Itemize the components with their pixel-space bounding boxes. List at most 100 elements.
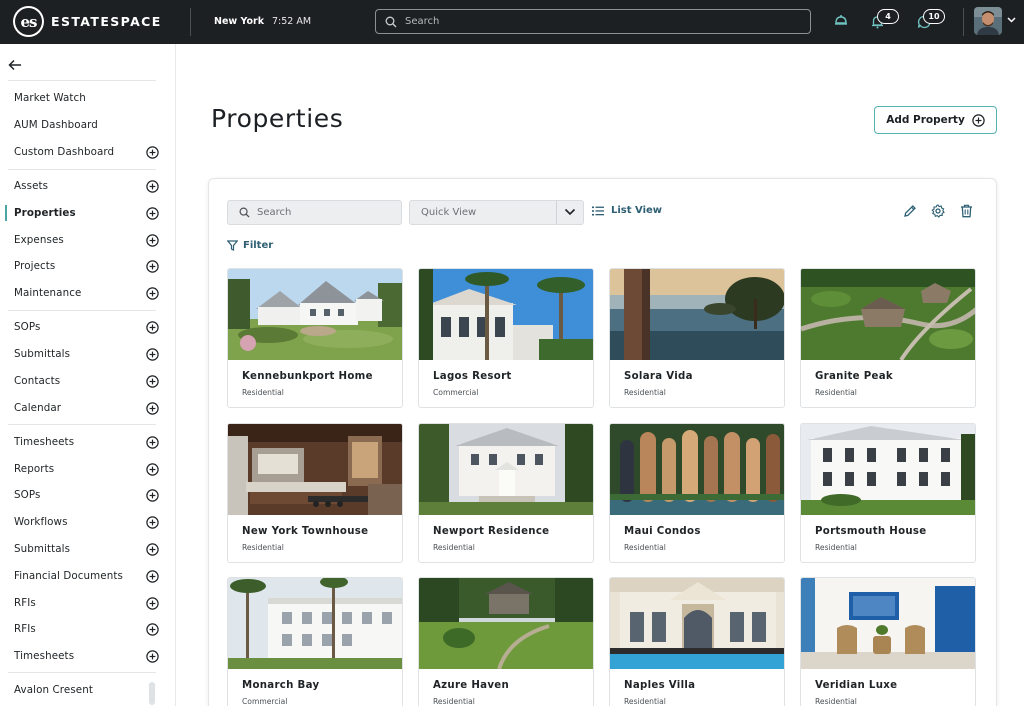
- plus-circle-icon[interactable]: [146, 435, 159, 449]
- property-name: Veridian Luxe: [815, 680, 898, 691]
- property-search[interactable]: [227, 200, 402, 225]
- plus-circle-icon[interactable]: [146, 145, 159, 159]
- search-icon: [239, 207, 250, 218]
- property-card[interactable]: Maui Condos Residential: [609, 423, 785, 563]
- sidebar-item[interactable]: Submittals: [0, 537, 170, 561]
- plus-circle-icon[interactable]: [146, 347, 159, 361]
- sidebar-item[interactable]: Timesheets: [0, 644, 170, 668]
- plus-circle-icon[interactable]: [146, 569, 159, 583]
- sidebar-item[interactable]: Custom Dashboard: [0, 140, 170, 164]
- sidebar-divider: [8, 672, 156, 673]
- plus-circle-icon[interactable]: [146, 206, 159, 220]
- property-card[interactable]: Newport Residence Residential: [418, 423, 594, 563]
- property-card[interactable]: New York Townhouse Residential: [227, 423, 403, 563]
- add-property-button[interactable]: Add Property: [874, 106, 997, 134]
- sidebar-item[interactable]: Assets: [0, 174, 170, 198]
- filter-label: Filter: [243, 240, 274, 251]
- sidebar-item-label: RFIs: [14, 623, 36, 635]
- top-bar: es ESTATESPACE New York 7:52 AM 4 10: [0, 0, 1024, 44]
- quick-view-select[interactable]: Quick View: [409, 200, 584, 225]
- sidebar-item[interactable]: Avalon Cresent: [0, 678, 170, 702]
- sidebar-item-label: Submittals: [14, 543, 71, 555]
- property-card[interactable]: Monarch Bay Commercial: [227, 577, 403, 706]
- property-type: Residential: [242, 543, 284, 552]
- sidebar-item[interactable]: Market Watch: [0, 86, 170, 110]
- sidebar-item[interactable]: Contacts: [0, 369, 170, 393]
- sidebar-item[interactable]: Calendar: [0, 396, 170, 420]
- sidebar-item[interactable]: RFIs: [0, 591, 170, 615]
- global-search[interactable]: [375, 9, 811, 34]
- filter-button[interactable]: Filter: [227, 240, 273, 251]
- property-card[interactable]: Naples Villa Residential: [609, 577, 785, 706]
- location-time: 7:52 AM: [272, 16, 312, 27]
- chevron-down-icon[interactable]: [1007, 17, 1016, 23]
- list-view-toggle[interactable]: List View: [592, 205, 662, 216]
- property-name: Granite Peak: [815, 371, 893, 382]
- plus-circle-icon[interactable]: [146, 320, 159, 334]
- property-photo: [801, 424, 975, 515]
- sidebar-item[interactable]: RFIs: [0, 617, 170, 641]
- property-card[interactable]: Portsmouth House Residential: [800, 423, 976, 563]
- property-card[interactable]: Solara Vida Residential: [609, 268, 785, 408]
- sidebar-item[interactable]: Submittals: [0, 342, 170, 366]
- plus-circle-icon[interactable]: [146, 488, 159, 502]
- property-name: Solara Vida: [624, 371, 693, 382]
- plus-circle-icon[interactable]: [146, 179, 159, 193]
- back-arrow-icon[interactable]: [8, 59, 22, 71]
- plus-circle-icon[interactable]: [146, 259, 159, 273]
- plus-circle-icon[interactable]: [146, 462, 159, 476]
- property-type: Residential: [624, 697, 666, 706]
- property-photo: [610, 578, 784, 669]
- plus-circle-icon[interactable]: [146, 286, 159, 300]
- plus-circle-icon[interactable]: [146, 596, 159, 610]
- plus-circle-icon[interactable]: [146, 515, 159, 529]
- property-type: Residential: [242, 388, 284, 397]
- location-city: New York: [214, 16, 265, 27]
- gear-icon[interactable]: [931, 204, 945, 218]
- avatar-image: [974, 7, 1002, 35]
- property-name: Lagos Resort: [433, 371, 512, 382]
- sidebar-item[interactable]: SOPs: [0, 483, 170, 507]
- divider: [190, 8, 191, 36]
- edit-pencil-icon[interactable]: [903, 204, 917, 218]
- property-type: Residential: [815, 388, 857, 397]
- property-card[interactable]: Azure Haven Residential: [418, 577, 594, 706]
- plus-circle-icon[interactable]: [146, 401, 159, 415]
- sidebar-item[interactable]: Timesheets: [0, 430, 170, 454]
- property-photo: [610, 424, 784, 515]
- property-card[interactable]: Veridian Luxe Residential: [800, 577, 976, 706]
- plus-circle-icon[interactable]: [146, 542, 159, 556]
- sidebar-scrollbar[interactable]: [149, 682, 155, 705]
- sidebar-item[interactable]: Workflows: [0, 510, 170, 534]
- plus-circle-icon[interactable]: [146, 233, 159, 247]
- sidebar-item[interactable]: SOPs: [0, 315, 170, 339]
- property-card[interactable]: Lagos Resort Commercial: [418, 268, 594, 408]
- sidebar-item[interactable]: Projects: [0, 254, 170, 278]
- property-search-input[interactable]: [257, 207, 397, 218]
- sidebar-item[interactable]: Expenses: [0, 228, 170, 252]
- trash-icon[interactable]: [960, 204, 973, 218]
- property-card[interactable]: Granite Peak Residential: [800, 268, 976, 408]
- property-photo: [801, 578, 975, 669]
- property-name: New York Townhouse: [242, 526, 369, 537]
- property-card[interactable]: Kennebunkport Home Residential: [227, 268, 403, 408]
- user-avatar[interactable]: [974, 7, 1002, 35]
- sidebar-item[interactable]: AUM Dashboard: [0, 113, 170, 137]
- sidebar-item[interactable]: Maintenance: [0, 281, 170, 305]
- property-type: Commercial: [433, 388, 479, 397]
- global-search-input[interactable]: [405, 16, 785, 27]
- plus-circle-icon[interactable]: [146, 374, 159, 388]
- chevron-down-icon[interactable]: [564, 207, 576, 217]
- property-name: Naples Villa: [624, 680, 696, 691]
- plus-circle-icon[interactable]: [146, 622, 159, 636]
- bell-service-icon[interactable]: [834, 14, 848, 26]
- notification-badge: 4: [877, 9, 899, 24]
- sidebar-item-label: Market Watch: [14, 92, 86, 104]
- sidebar-item[interactable]: Properties: [0, 201, 170, 225]
- brand-logo[interactable]: es: [13, 6, 44, 37]
- sidebar-item-label: Maintenance: [14, 287, 82, 299]
- sidebar-item[interactable]: Reports: [0, 457, 170, 481]
- property-name: Monarch Bay: [242, 680, 320, 691]
- sidebar-item[interactable]: Financial Documents: [0, 564, 170, 588]
- plus-circle-icon[interactable]: [146, 649, 159, 663]
